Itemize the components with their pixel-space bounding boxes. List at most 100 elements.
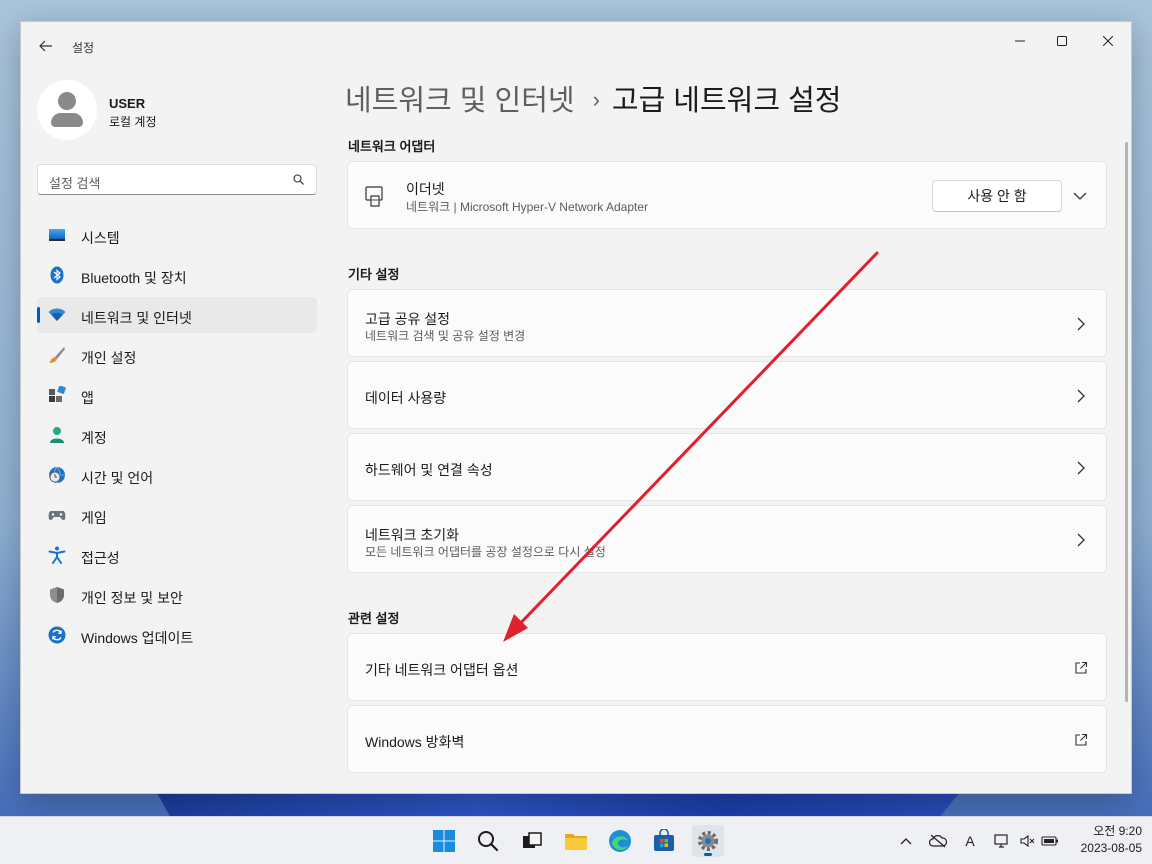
windows-logo-icon — [433, 830, 455, 852]
brush-icon — [49, 347, 65, 363]
windows-firewall-link[interactable]: Windows 방화벽 — [347, 705, 1107, 773]
folder-icon — [565, 834, 587, 850]
sidebar-item-apps[interactable]: 앱 — [37, 377, 317, 413]
chevron-up-icon — [900, 838, 912, 845]
card-subtitle: 네트워크 검색 및 공유 설정 변경 — [365, 329, 526, 343]
sidebar-item-label: 게임 — [81, 510, 107, 526]
settings-app-button[interactable] — [692, 825, 724, 857]
search-icon — [478, 831, 499, 852]
show-hidden-icons-button[interactable] — [896, 831, 916, 851]
account-type: 로컬 계정 — [109, 115, 157, 129]
sidebar-item-privacy[interactable]: 개인 정보 및 보안 — [37, 577, 317, 613]
search-placeholder: 설정 검색 — [49, 176, 101, 191]
scrollbar[interactable] — [1125, 142, 1128, 702]
network-tray-button[interactable] — [992, 831, 1012, 851]
start-button[interactable] — [428, 825, 460, 857]
maximize-icon — [1057, 36, 1067, 46]
close-button[interactable] — [1085, 26, 1131, 56]
sidebar-item-gaming[interactable]: 게임 — [37, 497, 317, 533]
ethernet-icon — [365, 186, 383, 207]
title-bar: 설정 — [21, 22, 1131, 68]
update-icon — [48, 626, 66, 644]
card-title: 데이터 사용량 — [365, 390, 447, 406]
edge-browser-button[interactable] — [604, 825, 636, 857]
hardware-connection-properties-item[interactable]: 하드웨어 및 연결 속성 — [347, 433, 1107, 501]
section-title-adapters: 네트워크 어댑터 — [348, 139, 436, 154]
sidebar-item-accounts[interactable]: 계정 — [37, 417, 317, 453]
battery-icon — [1041, 836, 1058, 846]
sidebar-item-label: 시간 및 언어 — [81, 470, 154, 486]
sidebar-item-time-language[interactable]: 시간 및 언어 — [37, 457, 317, 493]
edge-icon — [609, 830, 631, 852]
battery-tray-button[interactable] — [1040, 831, 1060, 851]
more-network-adapter-options-link[interactable]: 기타 네트워크 어댑터 옵션 — [347, 633, 1107, 701]
settings-search-input[interactable]: 설정 검색 — [37, 164, 317, 195]
disable-adapter-button[interactable]: 사용 안 함 — [932, 180, 1062, 212]
onedrive-tray-button[interactable] — [928, 831, 948, 851]
sidebar-item-label: 접근성 — [81, 550, 120, 566]
sidebar-item-label: Bluetooth 및 장치 — [81, 270, 187, 286]
microsoft-store-button[interactable] — [648, 825, 680, 857]
bluetooth-icon — [50, 266, 64, 284]
back-button[interactable] — [33, 34, 59, 58]
taskbar-clock[interactable]: 오전 9:20 2023-08-05 — [1066, 823, 1142, 857]
app-title: 설정 — [72, 41, 95, 55]
settings-window: 설정 USER 로컬 계정 설정 검색 시스템 Bluetooth 및 장치 네… — [20, 21, 1132, 794]
sidebar-item-bluetooth[interactable]: Bluetooth 및 장치 — [37, 257, 317, 293]
sidebar-item-label: 계정 — [81, 430, 107, 446]
cloud-offline-icon — [929, 834, 947, 848]
card-subtitle: 모든 네트워크 어댑터를 공장 설정으로 다시 설정 — [365, 545, 606, 559]
apps-icon — [49, 386, 66, 402]
page-title: 고급 네트워크 설정 — [611, 85, 842, 117]
task-view-button[interactable] — [516, 825, 548, 857]
adapter-description: 네트워크 | Microsoft Hyper-V Network Adapter — [406, 200, 649, 214]
card-title: 고급 공유 설정 — [365, 311, 451, 327]
search-icon — [293, 174, 304, 185]
user-name: USER — [109, 96, 146, 111]
chevron-down-icon[interactable] — [1072, 188, 1088, 204]
avatar — [37, 80, 97, 140]
volume-tray-button[interactable] — [1018, 831, 1038, 851]
sidebar-item-label: 앱 — [81, 390, 94, 406]
wifi-icon — [48, 308, 66, 321]
back-arrow-icon — [39, 40, 52, 52]
file-explorer-button[interactable] — [560, 825, 592, 857]
sidebar-item-windows-update[interactable]: Windows 업데이트 — [37, 617, 317, 653]
open-external-icon — [1075, 661, 1088, 674]
chevron-right-icon — [1077, 389, 1085, 403]
person-icon — [50, 427, 64, 443]
breadcrumb-parent-link[interactable]: 네트워크 및 인터넷 — [345, 85, 575, 117]
ime-indicator[interactable]: A — [960, 831, 980, 851]
data-usage-item[interactable]: 데이터 사용량 — [347, 361, 1107, 429]
sidebar-nav: 시스템 Bluetooth 및 장치 네트워크 및 인터넷 개인 설정 앱 계정… — [37, 217, 317, 657]
monitor-network-icon — [994, 834, 1008, 848]
taskbar: A 오전 9:20 2023-08-05 — [0, 816, 1152, 864]
sidebar-item-network[interactable]: 네트워크 및 인터넷 — [37, 297, 317, 333]
store-icon — [654, 829, 674, 851]
sidebar-item-system[interactable]: 시스템 — [37, 217, 317, 253]
maximize-button[interactable] — [1039, 26, 1085, 56]
shield-icon — [50, 587, 64, 603]
close-icon — [1103, 36, 1113, 46]
minimize-button[interactable] — [997, 26, 1043, 56]
breadcrumb: 네트워크 및 인터넷 › 고급 네트워크 설정 — [345, 77, 841, 119]
gear-icon — [698, 831, 718, 851]
card-title: Windows 방화벽 — [365, 734, 465, 750]
clock-time: 오전 9:20 — [1093, 824, 1142, 838]
open-external-icon — [1075, 733, 1088, 746]
breadcrumb-separator: › — [592, 87, 600, 112]
sidebar-item-accessibility[interactable]: 접근성 — [37, 537, 317, 573]
clock-date: 2023-08-05 — [1080, 841, 1142, 855]
section-title-other-settings: 기타 설정 — [348, 267, 400, 282]
sidebar-item-personalization[interactable]: 개인 설정 — [37, 337, 317, 373]
advanced-sharing-settings-item[interactable]: 고급 공유 설정 네트워크 검색 및 공유 설정 변경 — [347, 289, 1107, 357]
taskbar-search-button[interactable] — [472, 825, 504, 857]
sidebar-item-label: 시스템 — [81, 230, 120, 246]
card-title: 기타 네트워크 어댑터 옵션 — [365, 662, 519, 678]
sidebar-item-label: 개인 설정 — [81, 350, 137, 366]
card-title: 네트워크 초기화 — [365, 527, 460, 543]
adapter-name: 이더넷 — [406, 181, 445, 197]
gamepad-icon — [48, 511, 66, 521]
ethernet-adapter-card[interactable]: 이더넷 네트워크 | Microsoft Hyper-V Network Ada… — [347, 161, 1107, 229]
network-reset-item[interactable]: 네트워크 초기화 모든 네트워크 어댑터를 공장 설정으로 다시 설정 — [347, 505, 1107, 573]
